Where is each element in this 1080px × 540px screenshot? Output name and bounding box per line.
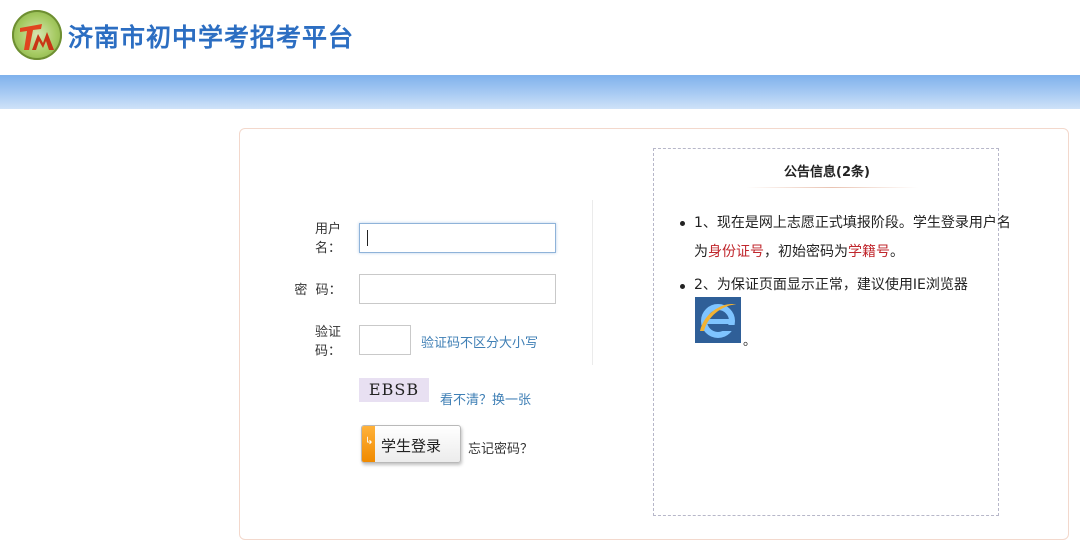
top-banner xyxy=(0,75,1080,109)
login-button-label: 学生登录 xyxy=(381,437,442,455)
notice-text: 为 xyxy=(694,244,708,260)
key-bar: ↳ xyxy=(362,426,375,462)
highlight-id-number: 身份证号 xyxy=(708,244,764,260)
notice-item2-period: 。 xyxy=(743,334,757,349)
ie-icon[interactable] xyxy=(695,297,741,343)
captcha-label: 验证 码： xyxy=(310,323,346,361)
username-label-line2: 名： xyxy=(314,241,341,256)
notice-item1-line1: 1、现在是网上志愿正式填报阶段。学生登录用户名 xyxy=(694,215,1011,231)
captcha-image[interactable]: EBSB xyxy=(359,378,429,402)
captcha-label-line1: 验证 xyxy=(314,325,341,340)
notice-text: ，初始密码为 xyxy=(764,244,848,260)
captcha-label-line2: 码： xyxy=(314,344,341,359)
notice-title: 公告信息(2条) xyxy=(784,165,870,180)
username-label-line1: 用户 xyxy=(314,222,341,237)
forgot-password-link[interactable]: 忘记密码？ xyxy=(468,438,533,457)
header: 济南市初中学考招考平台 xyxy=(0,0,1080,75)
username-label: 用户 名： xyxy=(310,220,346,258)
text-caret xyxy=(367,230,368,246)
notice-text: 。 xyxy=(890,244,904,260)
notice-title-underline xyxy=(746,187,918,188)
captcha-hint: 验证码不区分大小写 xyxy=(421,336,539,351)
tm-logo-icon[interactable] xyxy=(12,10,62,60)
refresh-captcha-link[interactable]: 看不清？换一张 xyxy=(440,389,531,408)
bullet-icon xyxy=(680,284,685,289)
key-icon: ↳ xyxy=(365,436,374,447)
password-input[interactable] xyxy=(359,274,556,304)
bullet-icon xyxy=(680,221,685,226)
captcha-input[interactable] xyxy=(359,325,411,355)
password-label: 密 码： xyxy=(294,283,342,298)
panel-divider xyxy=(592,200,593,365)
student-login-button[interactable]: ↳ 学生登录 xyxy=(361,425,461,463)
site-title: 济南市初中学考招考平台 xyxy=(68,23,355,52)
notice-item2-line1: 2、为保证页面显示正常，建议使用IE浏览器 xyxy=(694,277,968,293)
notice-item1-line2: 为身份证号，初始密码为学籍号。 xyxy=(694,242,904,262)
username-input[interactable] xyxy=(359,223,556,253)
highlight-student-number: 学籍号 xyxy=(848,244,890,260)
